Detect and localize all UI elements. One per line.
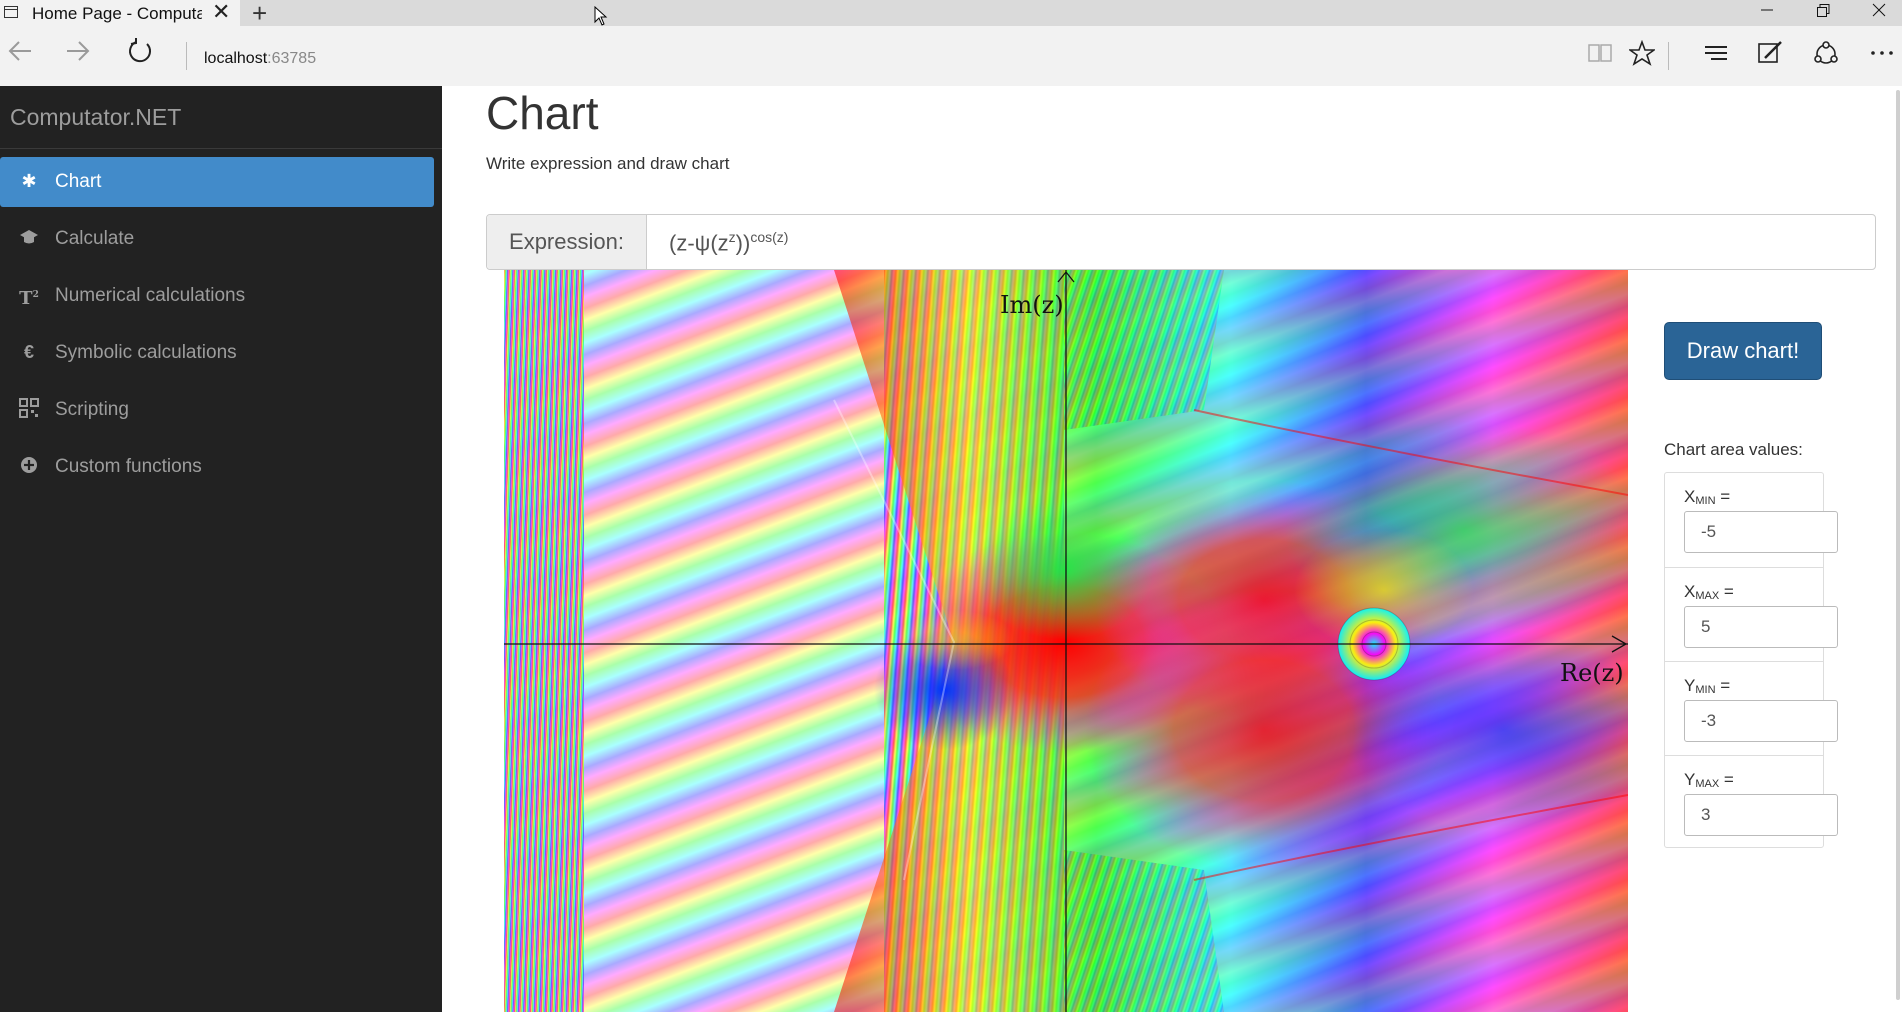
expression-close: )) (735, 230, 751, 256)
xmax-input[interactable]: 5 (1684, 606, 1838, 648)
page-icon (4, 6, 18, 18)
refresh-icon (129, 38, 152, 63)
ymax-label: YMAX = (1684, 770, 1734, 790)
sidebar-item-label: Numerical calculations (55, 285, 246, 306)
sidebar-item-custom-functions[interactable]: Custom functions (0, 442, 434, 492)
sidebar-item-chart[interactable]: ✱ Chart (0, 157, 434, 207)
forward-button[interactable] (58, 38, 98, 74)
close-window-button[interactable] (1856, 0, 1902, 26)
draw-chart-button[interactable]: Draw chart! (1664, 322, 1822, 380)
sidebar-item-label: Custom functions (55, 456, 202, 477)
browser-tab[interactable]: Home Page - Computat ✕ (0, 0, 240, 26)
close-tab-icon[interactable]: ✕ (212, 1, 230, 23)
refresh-button[interactable] (120, 38, 160, 74)
sidebar-item-numerical[interactable]: T2 Numerical calculations (0, 271, 434, 321)
xmax-label: XMAX = (1684, 582, 1734, 602)
qrcode-icon (18, 398, 40, 420)
ymax-input[interactable]: 3 (1684, 794, 1838, 836)
brand-title[interactable]: Computator.NET (10, 104, 181, 131)
sidebar-item-calculate[interactable]: Calculate (0, 214, 434, 264)
expression-text: (z-ψ(zz))cos(z) (669, 229, 788, 256)
back-arrow-icon (8, 41, 31, 61)
xmin-input[interactable]: -5 (1684, 511, 1838, 553)
forward-arrow-icon (67, 41, 90, 61)
hub-icon (1705, 46, 1727, 60)
y-axis-label: Im(z) (1000, 291, 1064, 319)
more-button[interactable] (1864, 40, 1900, 72)
sidebar-item-label: Symbolic calculations (55, 342, 237, 363)
ymax-row: YMAX = 3 (1665, 755, 1838, 850)
share-icon (1814, 41, 1838, 64)
xmax-row: XMAX = 5 (1665, 567, 1838, 662)
ymin-label: YMIN = (1684, 676, 1731, 696)
back-button[interactable] (0, 38, 40, 74)
web-note-button[interactable] (1752, 40, 1788, 72)
page-subtitle: Write expression and draw chart (486, 154, 730, 173)
more-dots-icon (1871, 51, 1893, 55)
minimize-icon (1761, 9, 1773, 11)
favorite-button[interactable] (1624, 39, 1660, 72)
close-icon (1872, 3, 1886, 17)
share-button[interactable] (1808, 40, 1844, 72)
sidebar: Computator.NET ✱ Chart Calculate T2 Nume… (0, 86, 442, 1012)
graduation-cap-icon (18, 227, 40, 249)
ymin-input[interactable]: -3 (1684, 700, 1838, 742)
sidebar-item-symbolic[interactable]: € Symbolic calculations (0, 328, 434, 378)
star-icon (1627, 39, 1657, 66)
url-host: localhost (204, 50, 268, 67)
browser-titlebar: Home Page - Computat ✕ + (0, 0, 1902, 29)
expression-input[interactable]: (z-ψ(zz))cos(z) (647, 215, 1875, 269)
hub-button[interactable] (1698, 40, 1734, 72)
pen-note-icon (1758, 41, 1782, 63)
euro-icon: € (23, 342, 34, 362)
book-icon (1588, 44, 1612, 62)
mouse-cursor-icon (594, 6, 608, 26)
sidebar-divider (0, 148, 442, 149)
reading-view-button[interactable] (1582, 40, 1618, 72)
sidebar-menu: ✱ Chart Calculate T2 Numerical calculati… (0, 157, 442, 499)
xmin-row: XMIN = -5 (1665, 473, 1838, 567)
minimize-window-button[interactable] (1744, 0, 1790, 26)
page-scrollbar-thumb[interactable] (1896, 90, 1900, 1000)
toolbar-divider (1668, 42, 1669, 70)
restore-icon (1817, 4, 1830, 17)
expression-label: Expression: (487, 215, 647, 269)
restore-window-button[interactable] (1800, 0, 1846, 26)
toolbar-divider (186, 42, 187, 70)
new-tab-icon[interactable]: + (252, 0, 267, 29)
plus-circle-icon (18, 455, 40, 477)
url-port: :63785 (267, 50, 317, 67)
expression-base: (z-ψ(z (669, 230, 729, 256)
sidebar-item-label: Scripting (55, 399, 129, 420)
sidebar-item-label: Calculate (55, 228, 135, 249)
x-axis-label: Re(z) (1560, 659, 1624, 687)
main-content: Chart Write expression and draw chart Ex… (442, 86, 1902, 1012)
page-title: Chart (486, 87, 599, 139)
superscript-t-icon: T2 (19, 288, 39, 309)
chart-area-title: Chart area values: (1664, 440, 1803, 459)
expression-inner-exponent: z (728, 229, 736, 245)
chart-area-panel: XMIN = -5 XMAX = 5 YMIN = -3 YMAX = 3 (1664, 472, 1838, 850)
expression-group: Expression: (z-ψ(zz))cos(z) (486, 214, 1876, 270)
browser-toolbar: localhost:63785 (0, 26, 1902, 86)
complex-plot[interactable]: Im(z) Re(z) (504, 270, 1628, 1012)
tab-title: Home Page - Computat (32, 4, 202, 23)
ymin-row: YMIN = -3 (1665, 661, 1838, 756)
expression-outer-exponent: cos(z) (750, 229, 789, 245)
sidebar-item-label: Chart (55, 171, 102, 192)
sidebar-item-scripting[interactable]: Scripting (0, 385, 434, 435)
asterisk-icon: ✱ (21, 171, 37, 191)
address-field[interactable]: localhost:63785 (204, 50, 316, 68)
xmin-label: XMIN = (1684, 487, 1731, 507)
